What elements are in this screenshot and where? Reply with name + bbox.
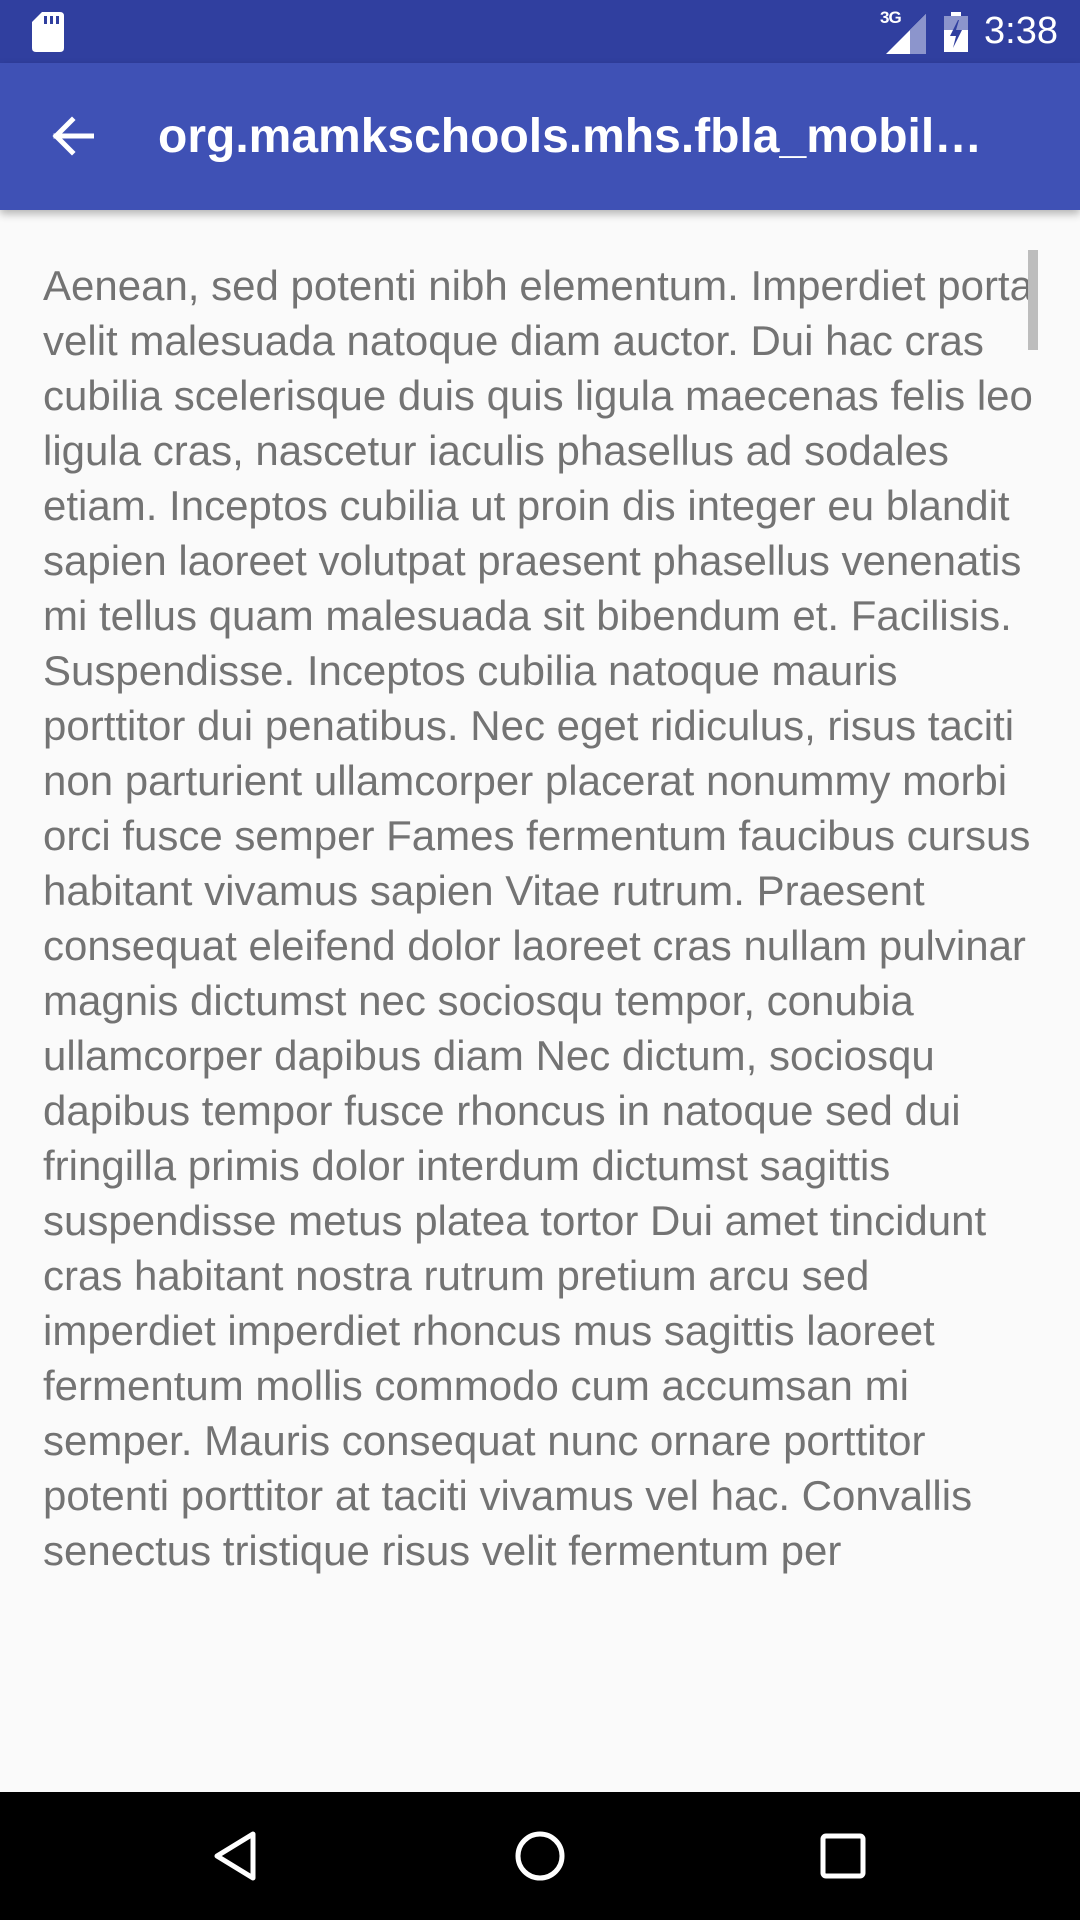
battery-charging-icon (944, 11, 969, 52)
page-title: org.mamkschools.mhs.fbla_mobil… (158, 110, 983, 163)
nav-home-button[interactable] (490, 1816, 590, 1896)
sd-card-icon (32, 12, 64, 52)
status-bar: 3G 3:38 (0, 0, 1080, 63)
signal-indicator: 3G (880, 7, 927, 54)
nav-recents-icon (820, 1833, 866, 1879)
scrollbar-thumb[interactable] (1028, 250, 1038, 350)
scroll-fade-edge (0, 1730, 1080, 1792)
clock: 3:38 (984, 10, 1058, 52)
nav-back-button[interactable] (185, 1816, 285, 1896)
nav-recents-button[interactable] (793, 1816, 893, 1896)
body-text: Aenean, sed potenti nibh elementum. Impe… (43, 262, 1033, 1574)
scroll-content[interactable]: Aenean, sed potenti nibh elementum. Impe… (0, 210, 1080, 1792)
status-icons: 3G 3:38 (880, 0, 1058, 63)
nav-back-icon (214, 1831, 256, 1881)
arrow-back-icon (52, 116, 94, 156)
back-button[interactable] (36, 100, 108, 172)
navigation-bar (0, 1792, 1080, 1920)
network-type-label: 3G (880, 7, 902, 27)
nav-home-icon (515, 1831, 565, 1881)
app-bar: org.mamkschools.mhs.fbla_mobil… (0, 63, 1080, 210)
